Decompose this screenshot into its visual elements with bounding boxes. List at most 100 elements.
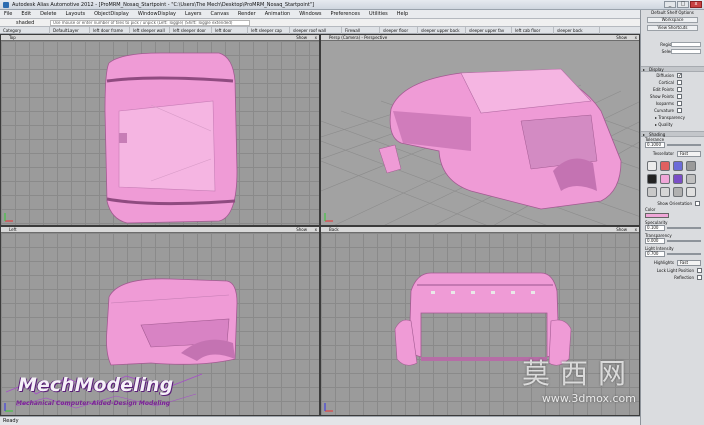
layer-item[interactable]: sleeper upper back bbox=[418, 26, 466, 34]
color-row: Color bbox=[641, 207, 704, 220]
shader-swatch[interactable] bbox=[686, 187, 696, 197]
viewport-canvas[interactable] bbox=[321, 41, 639, 225]
shader-swatch[interactable] bbox=[660, 174, 670, 184]
menu-preferences[interactable]: Preferences bbox=[331, 11, 360, 17]
menu-layers[interactable]: Layers bbox=[185, 11, 202, 17]
menu-layouts[interactable]: Layouts bbox=[66, 11, 86, 17]
tessellator-row: Tessellator Fast bbox=[641, 150, 704, 158]
panel-title: Default Shelf Options bbox=[651, 10, 694, 15]
menu-utilities[interactable]: Utilities bbox=[369, 11, 388, 17]
tolerance-slider[interactable] bbox=[667, 144, 701, 146]
curvature-checkbox[interactable] bbox=[677, 108, 682, 113]
shader-swatch[interactable] bbox=[647, 161, 657, 171]
select-field[interactable] bbox=[671, 49, 701, 54]
cortical-label: Cortical bbox=[658, 80, 674, 85]
tessellator-dropdown[interactable]: Fast bbox=[677, 151, 701, 157]
title-bar: Autodesk Alias Automotive 2012 - [ProMRM… bbox=[0, 0, 704, 10]
region-field[interactable] bbox=[671, 42, 701, 47]
light-intensity-slider[interactable] bbox=[667, 253, 701, 255]
shader-swatch[interactable] bbox=[686, 174, 696, 184]
layer-item[interactable]: Firewall bbox=[342, 26, 380, 34]
color-label: Color bbox=[645, 207, 656, 212]
shader-swatch[interactable] bbox=[686, 161, 696, 171]
shader-swatch[interactable] bbox=[647, 187, 657, 197]
specularity-slider[interactable] bbox=[667, 227, 701, 229]
color-swatch[interactable] bbox=[645, 213, 669, 218]
command-input[interactable]: Use mouse or enter number of tiles to pi… bbox=[50, 19, 250, 26]
layer-category[interactable]: Category bbox=[0, 26, 50, 34]
transparency-input[interactable]: 0.000 bbox=[645, 238, 665, 244]
menu-file[interactable]: File bbox=[4, 11, 12, 17]
menu-bar: File Edit Delete Layouts ObjectDisplay W… bbox=[0, 10, 640, 19]
layer-item[interactable]: sleeper back bbox=[554, 26, 600, 34]
layer-item[interactable]: left cab floor bbox=[512, 26, 554, 34]
curvature-row: Curvature bbox=[641, 107, 704, 114]
shader-swatch[interactable] bbox=[660, 161, 670, 171]
show-points-row: Show Points bbox=[641, 93, 704, 100]
diffusion-checkbox[interactable]: ✓ bbox=[677, 73, 682, 79]
light-intensity-input[interactable]: 0.700 bbox=[645, 251, 665, 257]
layer-item[interactable]: left door frame bbox=[90, 26, 130, 34]
menu-animation[interactable]: Animation bbox=[265, 11, 291, 17]
shader-swatch[interactable] bbox=[673, 187, 683, 197]
cortical-checkbox[interactable] bbox=[677, 80, 682, 85]
menu-objectdisplay[interactable]: ObjectDisplay bbox=[94, 11, 129, 17]
menu-help[interactable]: Help bbox=[397, 11, 408, 17]
quality-subsection[interactable]: Quality bbox=[641, 121, 704, 128]
transparency-slider[interactable] bbox=[667, 240, 701, 242]
viewport-canvas[interactable] bbox=[1, 41, 319, 225]
show-orientation-checkbox[interactable] bbox=[695, 201, 700, 206]
viewport-top[interactable]: Top Show x bbox=[0, 34, 320, 226]
app-icon bbox=[3, 1, 9, 8]
isoparms-checkbox[interactable] bbox=[677, 101, 682, 106]
mechmodeling-logo: MechModeling Mechanical Computer-Aided-D… bbox=[6, 372, 206, 412]
tolerance-input[interactable]: 0.1000 bbox=[645, 142, 665, 148]
layer-item[interactable]: sleeper roof wall bbox=[290, 26, 342, 34]
shader-swatch[interactable] bbox=[673, 174, 683, 184]
lock-light-checkbox[interactable] bbox=[697, 268, 702, 273]
menu-edit[interactable]: Edit bbox=[21, 11, 31, 17]
shader-swatch[interactable] bbox=[673, 161, 683, 171]
layer-item[interactable]: left door bbox=[212, 26, 248, 34]
layer-item[interactable]: sleeper floor bbox=[380, 26, 418, 34]
status-bar: Ready bbox=[0, 416, 640, 425]
lock-light-label: Lock Light Position bbox=[656, 268, 694, 273]
minimize-button[interactable]: _ bbox=[664, 1, 676, 8]
axis-triad-icon bbox=[324, 213, 333, 222]
workspace-button[interactable]: Workspace bbox=[647, 17, 698, 23]
show-orientation-label: Show Orientation bbox=[657, 201, 692, 206]
highlights-dropdown[interactable]: Fast bbox=[677, 260, 701, 266]
menu-delete[interactable]: Delete bbox=[40, 11, 56, 17]
show-orientation-row: Show Orientation bbox=[641, 200, 704, 207]
layer-item[interactable]: sleeper upper fav bbox=[466, 26, 512, 34]
window-controls: _ □ x bbox=[664, 1, 702, 8]
reflection-row: Reflection bbox=[641, 274, 704, 281]
workspace: Top Show x Persp (Camera) - Perspective … bbox=[0, 34, 640, 416]
view-shortcuts-button[interactable]: View Shortcuts bbox=[647, 25, 698, 31]
menu-canvas[interactable]: Canvas bbox=[211, 11, 229, 17]
cortical-row: Cortical bbox=[641, 79, 704, 86]
layer-item[interactable]: left sleeper door bbox=[170, 26, 212, 34]
reflection-checkbox[interactable] bbox=[697, 275, 702, 280]
logo-title: MechModeling bbox=[18, 374, 174, 396]
menu-render[interactable]: Render bbox=[238, 11, 256, 17]
close-button[interactable]: x bbox=[690, 1, 702, 8]
layer-item[interactable]: DefaultLayer bbox=[50, 26, 90, 34]
layer-item[interactable]: left sleeper cap bbox=[248, 26, 290, 34]
transparency-subsection[interactable]: Transparency bbox=[641, 114, 704, 121]
viewport-perspective[interactable]: Persp (Camera) - Perspective Show x bbox=[320, 34, 640, 226]
specularity-input[interactable]: 0.100 bbox=[645, 225, 665, 231]
menu-windowdisplay[interactable]: WindowDisplay bbox=[138, 11, 176, 17]
show-points-label: Show Points bbox=[649, 94, 674, 99]
layer-item[interactable]: left sleeper wall bbox=[130, 26, 170, 34]
shader-swatch[interactable] bbox=[660, 187, 670, 197]
maximize-button[interactable]: □ bbox=[677, 1, 689, 8]
show-points-checkbox[interactable] bbox=[677, 94, 682, 99]
status-text: Ready bbox=[3, 418, 19, 424]
edit-points-checkbox[interactable] bbox=[677, 87, 682, 92]
shader-swatch[interactable] bbox=[647, 174, 657, 184]
menu-windows[interactable]: Windows bbox=[299, 11, 321, 17]
specularity-row: Specularity 0.100 bbox=[641, 220, 704, 233]
